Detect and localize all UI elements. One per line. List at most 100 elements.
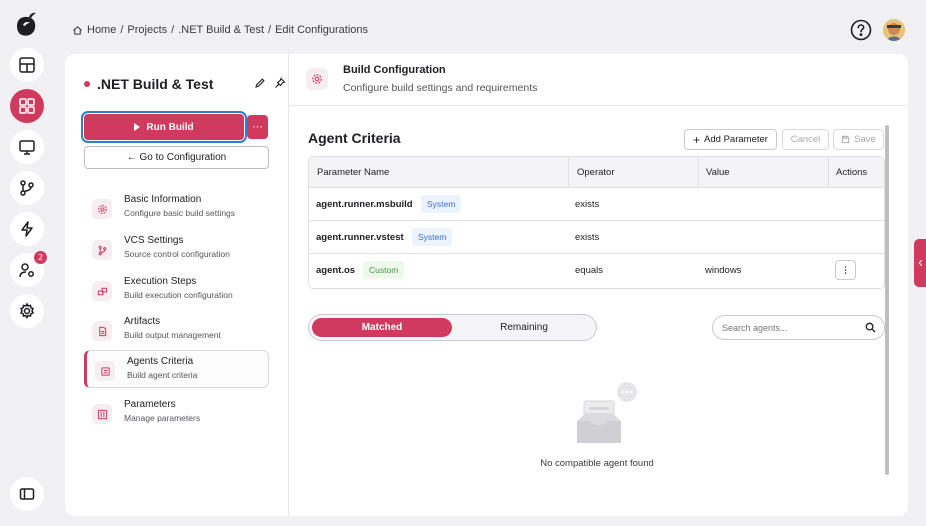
- rail-panel-toggle-button[interactable]: [10, 477, 44, 511]
- config-main: Build Configuration Configure build sett…: [289, 54, 908, 516]
- nav-title: Agents Criteria: [127, 356, 194, 367]
- nav-title: Parameters: [124, 399, 176, 410]
- home-icon: [73, 25, 82, 35]
- kebab-menu-icon: [844, 266, 847, 274]
- plus-icon: +: [693, 132, 701, 147]
- project-title-row: .NET Build & Test: [84, 76, 286, 92]
- go-to-configuration-button[interactable]: ← Go to Configuration: [84, 146, 269, 169]
- save-icon: [842, 135, 850, 144]
- parameter-name: agent.runner.msbuild: [316, 199, 413, 210]
- section-title: Build Configuration: [343, 64, 446, 76]
- pin-icon[interactable]: [274, 77, 286, 89]
- cancel-button[interactable]: Cancel: [782, 129, 829, 150]
- nav-subtitle: Build output management: [124, 330, 221, 340]
- rail-projects-button[interactable]: [10, 89, 44, 123]
- nav-icon-wrap: [92, 281, 112, 301]
- parameter-name: agent.runner.vstest: [316, 232, 404, 243]
- breadcrumb-projects[interactable]: Projects: [127, 24, 167, 36]
- panel-toggle-icon: [19, 488, 35, 500]
- user-avatar[interactable]: [883, 19, 905, 41]
- dashboard-icon: [19, 57, 35, 73]
- nav-title: Artifacts: [124, 316, 161, 327]
- empty-state-text: No compatible agent found: [540, 458, 654, 469]
- table-row: agent.runner.vstest System exists: [309, 221, 884, 254]
- column-header: Actions: [836, 167, 868, 178]
- nav-icon-wrap: [95, 361, 115, 381]
- side-drawer-toggle[interactable]: [914, 239, 926, 287]
- nav-item-basic-information[interactable]: Basic Information Configure basic build …: [84, 189, 269, 227]
- nav-icon-wrap: [92, 321, 112, 341]
- file-icon: [98, 326, 106, 336]
- system-tag: System: [412, 228, 453, 246]
- nav-item-vcs-settings[interactable]: VCS Settings Source control configuratio…: [84, 230, 269, 268]
- nav-item-artifacts[interactable]: Artifacts Build output management: [84, 311, 269, 349]
- agent-criteria-title: Agent Criteria: [308, 130, 401, 146]
- column-header: Value: [706, 167, 730, 178]
- nav-title: VCS Settings: [124, 235, 184, 246]
- save-button[interactable]: Save: [833, 129, 884, 150]
- app-logo-icon[interactable]: [11, 10, 41, 40]
- rail-monitor-button[interactable]: [10, 130, 44, 164]
- row-actions-button[interactable]: [835, 260, 856, 280]
- nav-item-agents-criteria[interactable]: Agents Criteria Build agent criteria: [84, 350, 269, 388]
- tab-remaining[interactable]: Remaining: [454, 318, 594, 337]
- user-gear-icon: [19, 263, 34, 278]
- nav-icon-wrap: [92, 199, 112, 219]
- header-icon-wrap: [306, 68, 328, 90]
- nav-icon-wrap: [92, 240, 112, 260]
- nav-item-parameters[interactable]: Parameters Manage parameters: [84, 394, 269, 432]
- agent-match-toggle: Matched Remaining: [308, 314, 597, 341]
- add-parameter-button[interactable]: + Add Parameter: [684, 129, 777, 150]
- search-agents-input[interactable]: [722, 321, 862, 335]
- sliders-icon: [97, 409, 107, 419]
- pencil-icon[interactable]: [254, 77, 266, 89]
- help-icon[interactable]: [850, 19, 872, 41]
- gear-icon: [97, 204, 107, 214]
- section-header: Build Configuration Configure build sett…: [289, 54, 908, 106]
- nav-item-execution-steps[interactable]: Execution Steps Build execution configur…: [84, 271, 269, 309]
- run-build-button[interactable]: Run Build: [81, 111, 247, 143]
- steps-icon: [97, 287, 107, 295]
- custom-tag: Custom: [363, 261, 405, 279]
- content-card: .NET Build & Test Run Build ··· ← Go to …: [65, 54, 908, 516]
- rail-bolt-button[interactable]: [10, 212, 44, 246]
- table-row: agent.runner.msbuild System exists: [309, 188, 884, 221]
- breadcrumb-home[interactable]: Home: [87, 24, 116, 36]
- nav-subtitle: Configure basic build settings: [124, 208, 236, 218]
- add-parameter-label: Add Parameter: [704, 134, 768, 145]
- branch-icon: [98, 245, 106, 255]
- more-options-button[interactable]: ···: [247, 115, 268, 139]
- rail-users-button[interactable]: 2: [10, 251, 47, 287]
- nav-title: Basic Information: [124, 194, 202, 205]
- monitor-icon: [19, 140, 35, 155]
- nav-subtitle: Manage parameters: [124, 413, 201, 423]
- avatar-face-icon: [883, 19, 905, 41]
- search-icon[interactable]: [865, 322, 876, 333]
- notification-badge: 2: [34, 251, 47, 264]
- nav-subtitle: Source control configuration: [124, 249, 230, 259]
- bolt-icon: [21, 221, 33, 237]
- breadcrumb-separator: /: [171, 24, 175, 36]
- nav-icon-wrap: [92, 404, 112, 424]
- criteria-table: Parameter Name Operator Value Actions ag…: [308, 156, 885, 289]
- rail-settings-button[interactable]: [10, 294, 44, 328]
- config-sidebar: .NET Build & Test Run Build ··· ← Go to …: [65, 54, 289, 516]
- left-rail: 2: [0, 0, 52, 526]
- rail-dashboard-button[interactable]: [10, 48, 44, 82]
- nav-subtitle: Build execution configuration: [124, 290, 233, 300]
- nav-title: Execution Steps: [124, 276, 197, 287]
- gear-icon: [312, 74, 322, 84]
- vertical-scrollbar[interactable]: [885, 125, 889, 475]
- vcs-icon: [20, 180, 34, 196]
- save-label: Save: [854, 134, 876, 145]
- parameter-name: agent.os: [316, 265, 356, 276]
- breadcrumb-project[interactable]: .NET Build & Test: [178, 24, 264, 36]
- tab-matched[interactable]: Matched: [312, 318, 452, 337]
- empty-inbox-illustration: [577, 382, 637, 443]
- chevron-left-icon: [918, 259, 922, 267]
- table-row: agent.os Custom equals windows: [309, 254, 884, 287]
- column-divider: [568, 157, 569, 188]
- column-divider: [698, 157, 699, 188]
- rail-vcs-button[interactable]: [10, 171, 44, 205]
- section-subtitle: Configure build settings and requirement…: [343, 82, 538, 94]
